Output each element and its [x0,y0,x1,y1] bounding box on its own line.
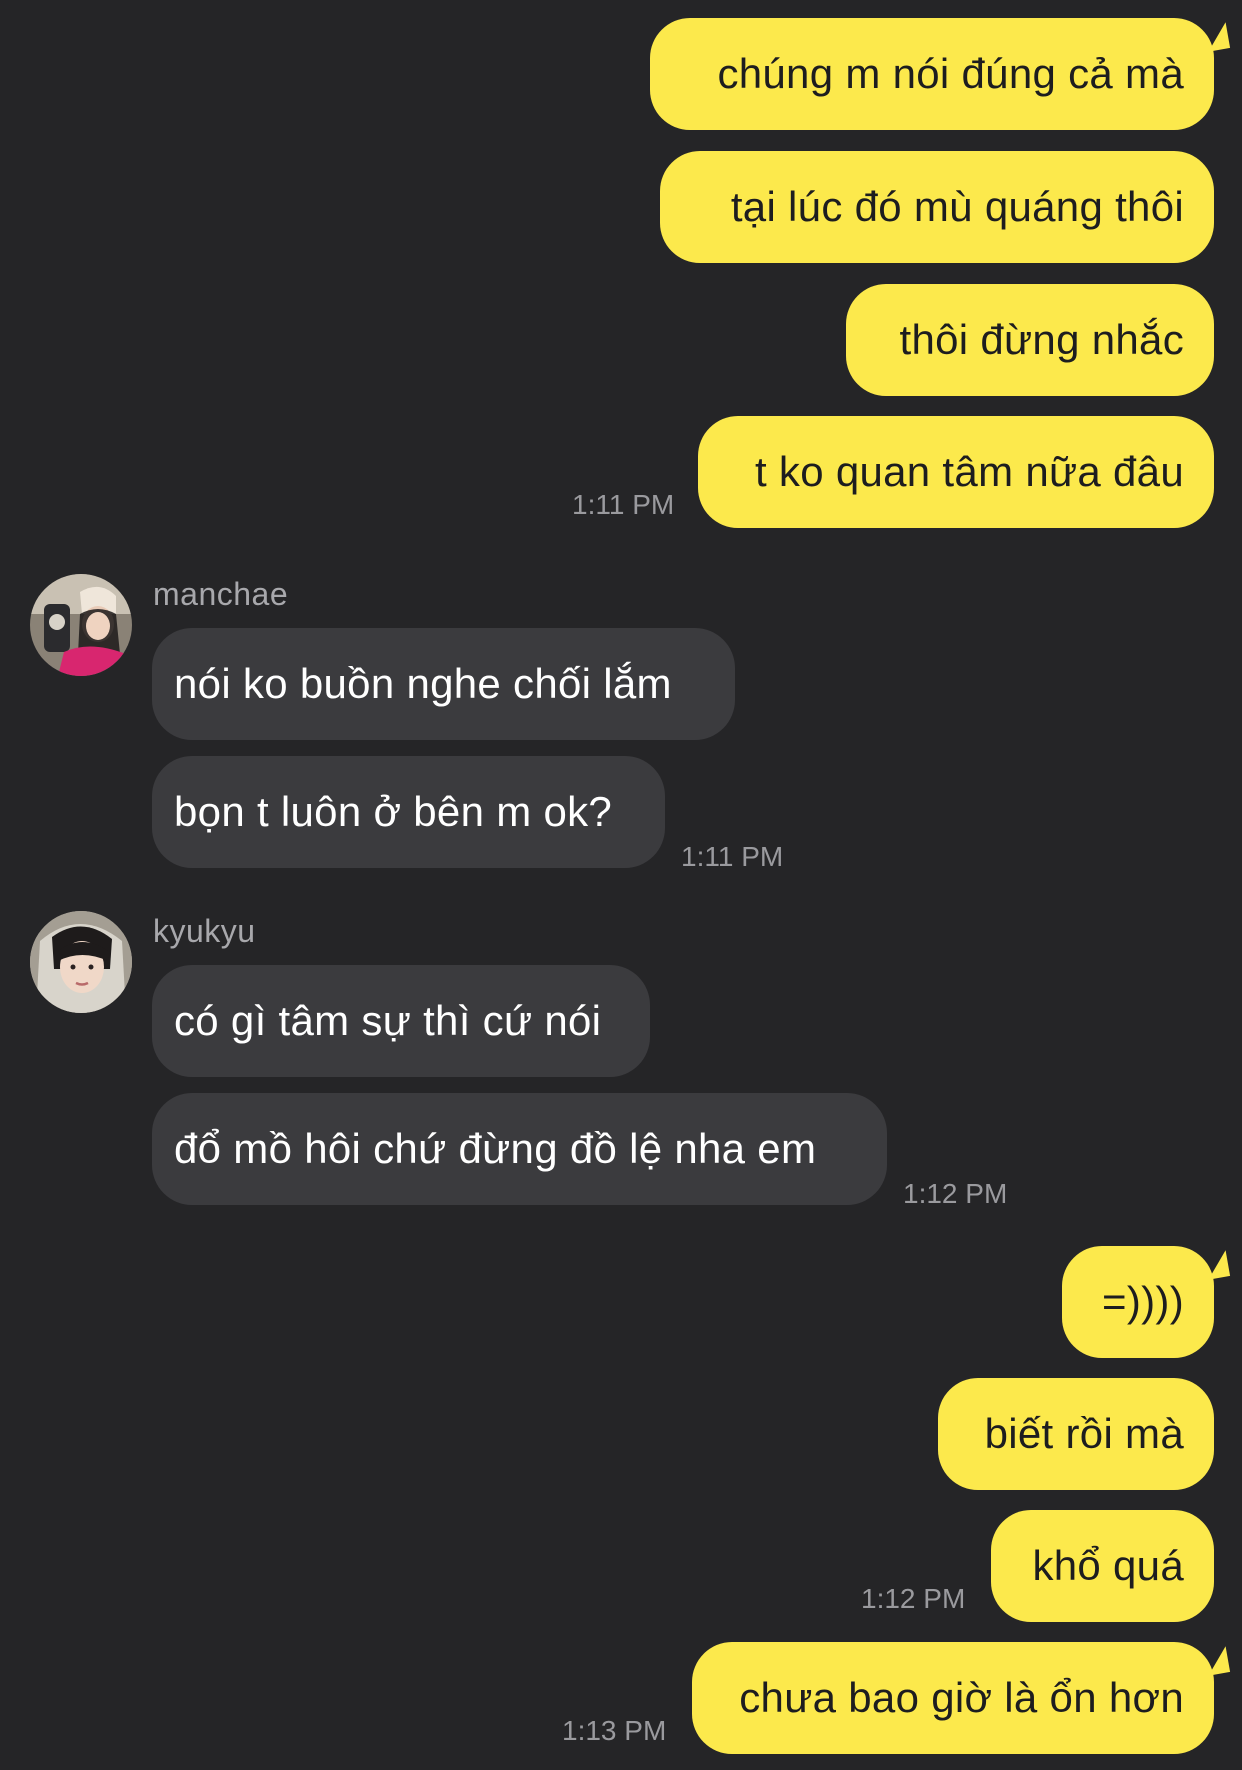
message-text: bọn t luôn ở bên m ok? [174,788,613,835]
outgoing-message-bubble[interactable]: thôi đừng nhắc [846,284,1214,396]
outgoing-message-bubble[interactable]: tại lúc đó mù quáng thôi [660,151,1214,263]
message-text: khổ quá [1032,1542,1184,1589]
message-text: chúng m nói đúng cả mà [717,50,1184,97]
outgoing-message-bubble[interactable]: chưa bao giờ là ổn hơn [692,1642,1214,1754]
message-text: nói ko buồn nghe chối lắm [174,660,672,707]
outgoing-message-bubble[interactable]: biết rồi mà [938,1378,1214,1490]
avatar-photo [30,911,132,1013]
message-text: chưa bao giờ là ổn hơn [739,1674,1184,1721]
message-timestamp: 1:11 PM [572,489,675,520]
outgoing-message-bubble[interactable]: t ko quan tâm nữa đâu [698,416,1214,528]
message-timestamp: 1:11 PM [681,841,784,872]
message-text: t ko quan tâm nữa đâu [754,448,1184,495]
avatar-photo [30,574,132,676]
message-timestamp: 1:13 PM [562,1715,667,1746]
message-text: đổ mồ hôi chứ đừng đồ lệ nha em [174,1125,817,1172]
incoming-message-bubble[interactable]: bọn t luôn ở bên m ok? [152,756,665,868]
message-text: =)))) [1102,1278,1184,1325]
message-text: thôi đừng nhắc [899,316,1184,363]
sender-name: manchae [153,576,289,612]
message-text: biết rồi mà [984,1410,1184,1457]
incoming-message-bubble[interactable]: đổ mồ hôi chứ đừng đồ lệ nha em [152,1093,887,1205]
kyukyu-avatar[interactable] [30,911,132,1013]
message-text: tại lúc đó mù quáng thôi [730,183,1184,230]
message-text: có gì tâm sự thì cứ nói [174,997,602,1044]
manchae-avatar[interactable] [30,574,132,676]
message-timestamp: 1:12 PM [861,1583,966,1614]
incoming-message-bubble[interactable]: có gì tâm sự thì cứ nói [152,965,650,1077]
outgoing-message-bubble[interactable]: khổ quá [991,1510,1214,1622]
outgoing-message-bubble[interactable]: chúng m nói đúng cả mà [650,18,1214,130]
sender-name: kyukyu [153,913,256,949]
incoming-message-bubble[interactable]: nói ko buồn nghe chối lắm [152,628,735,740]
outgoing-message-bubble[interactable]: =)))) [1062,1246,1214,1358]
message-timestamp: 1:12 PM [903,1178,1008,1209]
